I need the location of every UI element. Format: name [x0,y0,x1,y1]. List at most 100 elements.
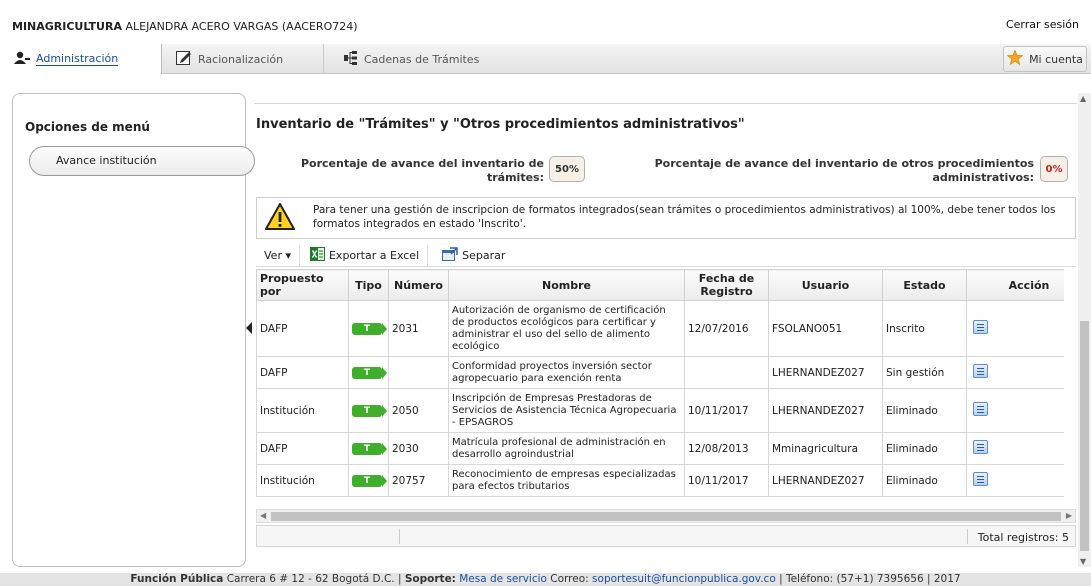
warning-message: Para tener una gestión de inscripcion de… [256,197,1076,239]
table-row[interactable]: Institución T 2050 Inscripción de Empres… [256,388,1064,433]
scroll-thumb[interactable] [271,512,1061,521]
col-tipo[interactable]: Tipo [348,269,389,301]
divider [399,529,400,544]
menu-title: Opciones de menú [25,120,150,134]
tab-administracion[interactable]: Administración [0,44,162,74]
cell-estado: Eliminado [882,432,967,465]
warning-icon [265,203,295,234]
star-icon [1006,49,1024,68]
footer-phone: | Teléfono: (57+1) 7395656 | 2017 [779,573,961,585]
view-detail-icon[interactable] [973,472,988,486]
cell-numero: 2050 [388,388,449,433]
top-bar: MINAGRICULTURA ALEJANDRA ACERO VARGAS (A… [0,0,1091,40]
my-account-button[interactable]: Mi cuenta [1003,46,1087,72]
cell-tipo: T [348,464,389,497]
scroll-left-arrow-icon[interactable]: ◀ [260,511,266,520]
scroll-up-arrow-icon[interactable]: ▲ [1080,94,1086,103]
account-label: Mi cuenta [1029,52,1083,66]
scroll-down-arrow-icon[interactable]: ▼ [1080,557,1086,566]
cell-numero: 2031 [388,300,449,357]
tramite-type-badge: T [352,443,387,455]
tramite-type-badge: T [352,323,387,335]
view-detail-icon[interactable] [973,440,988,454]
collapse-panel-handle[interactable] [246,322,252,334]
col-nombre[interactable]: Nombre [448,269,685,301]
cell-numero: 20757 [388,464,449,497]
table-header-row: Propuesto por Tipo Número Nombre Fecha d… [256,269,1064,301]
tab-cadenas-tramites[interactable]: Cadenas de Trámites [326,44,496,74]
vertical-scrollbar[interactable]: ▲ ▼ [1078,93,1091,567]
warning-text: Para tener una gestión de inscripcion de… [313,204,1056,230]
pct-otros-label-line1: Porcentaje de avance del inventario de o… [654,157,1034,170]
cell-fecha [684,356,769,389]
footer-address: Carrera 6 # 12 - 62 Bogotá D.C. | [226,573,402,585]
page-footer: Función Pública Carrera 6 # 12 - 62 Bogo… [0,573,1091,586]
cell-propuesto: DAFP [256,432,349,465]
pct-tramites-label: Porcentaje de avance del inventario de t… [294,157,544,185]
pct-tramites-badge: 50% [549,156,585,182]
main-content: Inventario de "Trámites" y "Otros proced… [254,93,1077,567]
email-link[interactable]: soportesuit@funcionpublica.gov.co [592,573,776,585]
page-title: Inventario de "Trámites" y "Otros proced… [256,117,745,132]
cell-fecha: 10/11/2017 [684,464,769,497]
tramite-type-badge: T [352,405,387,417]
pct-otros-label: Porcentaje de avance del inventario de o… [644,157,1034,185]
cell-nombre: Matrícula profesional de administración … [448,432,685,465]
col-usuario[interactable]: Usuario [768,269,883,301]
cell-usuario: Mminagricultura [768,432,883,465]
view-detail-icon[interactable] [973,320,988,334]
pct-tramites-label-line1: Porcentaje de avance del inventario de [300,157,544,170]
footer-org: Función Pública [130,573,224,585]
pct-tramites-label-line2: trámites: [486,171,544,184]
logout-link[interactable]: Cerrar sesión [1006,18,1079,31]
cell-nombre: Inscripción de Empresas Prestadoras de S… [448,388,685,433]
horizontal-scrollbar[interactable]: ◀ ▶ [256,509,1076,523]
view-detail-icon[interactable] [973,402,988,416]
cell-tipo: T [348,300,389,357]
cell-usuario: LHERNANDEZ027 [768,388,883,433]
tab-racionalizacion[interactable]: Racionalización [166,44,324,74]
cell-numero [388,356,449,389]
export-excel-button[interactable]: Exportar a Excel [300,244,429,267]
col-fecha-registro[interactable]: Fecha de Registro [684,269,769,301]
grid-toolbar: Ver ▾ Exportar a Excel Separar [256,244,1076,267]
cell-accion [966,464,1064,497]
edit-icon [176,50,192,68]
view-menu-button[interactable]: Ver ▾ [256,244,300,267]
view-detail-icon[interactable] [973,364,988,378]
table-row[interactable]: Institución T 20757 Reconocimiento de em… [256,464,1064,497]
user-identity: MINAGRICULTURA ALEJANDRA ACERO VARGAS (A… [12,20,358,33]
cell-propuesto: DAFP [256,300,349,357]
procedures-table: Propuesto por Tipo Número Nombre Fecha d… [256,269,1064,497]
table-row[interactable]: DAFP T 2030 Matrícula profesional de adm… [256,432,1064,465]
cell-numero: 2030 [388,432,449,465]
separar-button[interactable]: Separar [428,245,513,267]
table-row[interactable]: DAFP T Conformidad proyectos inversión s… [256,356,1064,389]
tab-label: Cadenas de Trámites [364,52,480,66]
menu-item-avance-institucion[interactable]: Avance institución [29,146,255,176]
scroll-thumb[interactable] [1080,321,1089,551]
col-propuesto-por[interactable]: Propuesto por [256,269,349,301]
divider [967,529,968,544]
col-numero[interactable]: Número [388,269,449,301]
col-estado[interactable]: Estado [882,269,967,301]
org-name: MINAGRICULTURA [12,20,122,33]
footer-correo-label: Correo: [550,573,589,585]
user-settings-icon [14,51,30,68]
cell-propuesto: Institución [256,464,349,497]
excel-icon [309,247,325,264]
cell-usuario: FSOLANO051 [768,300,883,357]
col-accion[interactable]: Acción [966,269,1064,301]
cell-usuario: LHERNANDEZ027 [768,356,883,389]
left-menu-panel: Opciones de menú Avance institución [12,93,255,567]
grid-pager: Total registros: 5 [256,525,1076,547]
support-link[interactable]: Mesa de servicio [459,573,547,585]
tab-label: Administración [36,52,119,66]
tab-label: Racionalización [198,52,284,66]
detach-window-icon [442,247,458,264]
cell-fecha: 12/07/2016 [684,300,769,357]
scroll-right-arrow-icon[interactable]: ▶ [1066,511,1072,520]
table-row[interactable]: DAFP T 2031 Autorización de organismo de… [256,300,1064,357]
cell-nombre: Conformidad proyectos inversión sector a… [448,356,685,389]
cell-tipo: T [348,432,389,465]
